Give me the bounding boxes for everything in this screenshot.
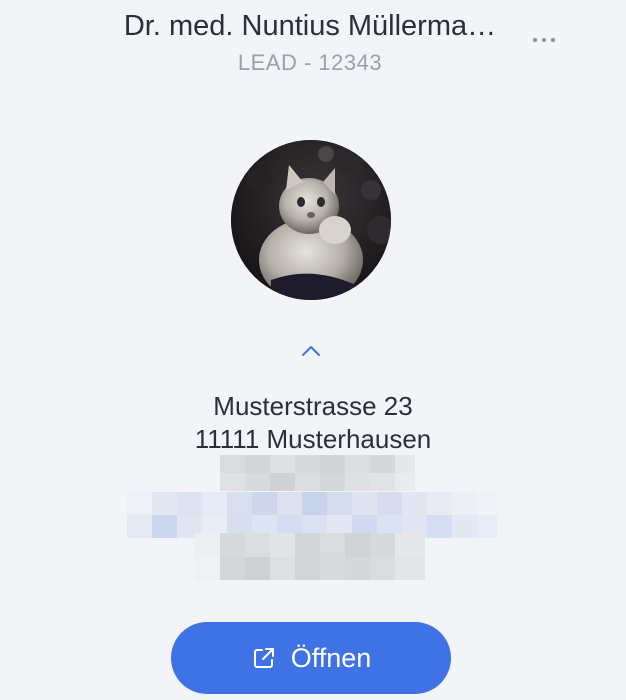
lead-detail-panel: Dr. med. Nuntius Müllerma… LEAD - 12343: [0, 0, 626, 700]
chevron-up-icon: [302, 346, 320, 356]
avatar: [231, 140, 391, 300]
lead-id-subtitle: LEAD - 12343: [237, 50, 383, 75]
address-city: 11111 Musterhausen: [194, 424, 432, 454]
lead-name-title: Dr. med. Nuntius Müllerma…: [123, 10, 497, 42]
more-dot: [542, 38, 546, 42]
more-dot: [551, 38, 555, 42]
external-link-icon: [251, 645, 277, 671]
avatar-photo: [231, 140, 391, 300]
more-horizontal-icon: [533, 38, 537, 42]
more-options-button[interactable]: [526, 26, 562, 54]
open-button-label: Öffnen: [290, 642, 372, 673]
address-street: Musterstrasse 23: [213, 391, 413, 421]
collapse-button[interactable]: [296, 338, 326, 364]
open-button[interactable]: Öffnen: [171, 622, 451, 694]
address-block: Musterstrasse 23 11111 Musterhausen: [0, 390, 626, 456]
